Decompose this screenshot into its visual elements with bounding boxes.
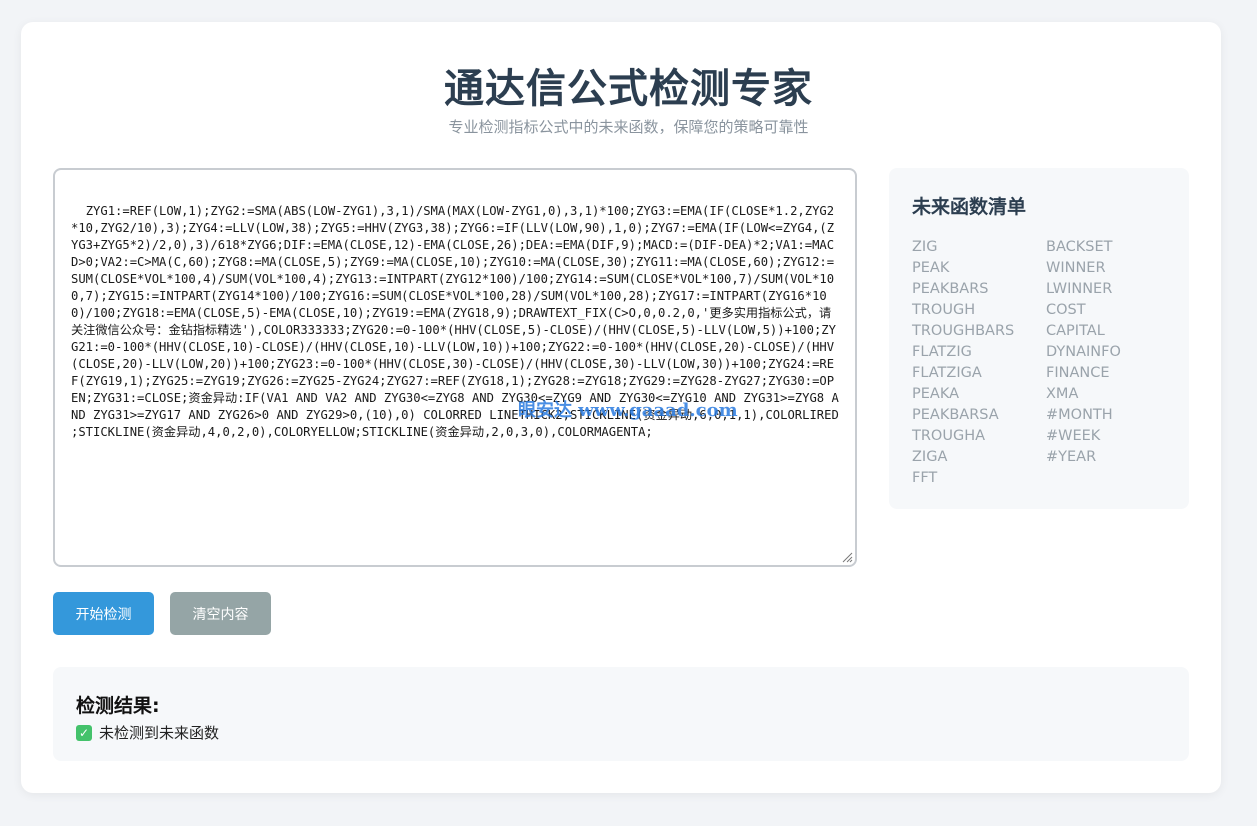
check-icon: ✓: [76, 724, 92, 741]
panel-title: 未来函数清单: [912, 196, 1027, 218]
function-item: LWINNER: [1046, 281, 1113, 297]
function-item: DYNAINFO: [1046, 344, 1121, 360]
function-item: CAPITAL: [1046, 323, 1105, 339]
function-item: PEAKBARS: [912, 281, 989, 297]
future-function-panel: 未来函数清单 ZIG BACKSET PEAK WINNER PEAKBARS LWINN…: [889, 168, 1189, 509]
formula-textarea[interactable]: ZYG1:=REF(LOW,1);ZYG2:=SMA(ABS(LOW-ZYG1)…: [53, 168, 857, 567]
function-item: ZIG: [912, 239, 938, 255]
function-item: #YEAR: [1046, 449, 1097, 465]
function-item: FINANCE: [1046, 365, 1110, 381]
clear-content-button[interactable]: 清空内容: [170, 592, 271, 635]
function-item: PEAK: [912, 260, 950, 276]
result-title: 检测结果:: [76, 695, 160, 717]
result-message: 未检测到未来函数: [99, 724, 220, 742]
page-subtitle: 专业检测指标公式中的未来函数，保障您的策略可靠性: [448, 118, 809, 136]
function-item: #WEEK: [1046, 428, 1101, 444]
function-item: PEAKBARSA: [912, 407, 999, 423]
function-item: WINNER: [1046, 260, 1106, 276]
function-item: TROUGHA: [912, 428, 986, 444]
function-item: XMA: [1046, 386, 1079, 402]
function-list: ZIG BACKSET PEAK WINNER PEAKBARS LWINNER TROUG…: [912, 237, 1166, 489]
function-item: FLATZIG: [912, 344, 972, 360]
function-item: #MONTH: [1046, 407, 1113, 423]
resize-grip-icon[interactable]: [841, 551, 853, 563]
function-item: TROUGH: [912, 302, 976, 318]
function-item: BACKSET: [1046, 239, 1113, 255]
function-item: FFT: [912, 470, 938, 486]
result-line: ✓ 未检测到未来函数: [76, 722, 1166, 743]
function-item: TROUGHBARS: [912, 323, 1015, 339]
function-item: PEAKA: [912, 386, 959, 402]
function-item: COST: [1046, 302, 1086, 318]
page-title: 通达信公式检测专家: [444, 66, 813, 112]
start-detect-button[interactable]: 开始检测: [53, 592, 154, 635]
watermark: 眼安达 www.gaaad.com: [518, 400, 738, 421]
function-item: ZIGA: [912, 449, 948, 465]
function-item: FLATZIGA: [912, 365, 982, 381]
result-panel: 检测结果: ✓ 未检测到未来函数: [53, 667, 1189, 761]
